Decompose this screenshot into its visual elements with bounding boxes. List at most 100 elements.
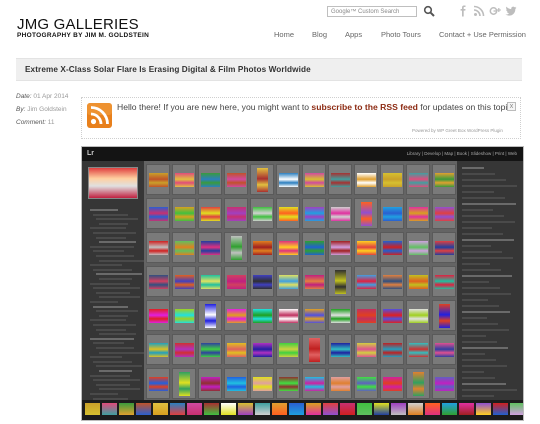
facebook-icon[interactable] xyxy=(457,5,469,17)
site-title[interactable]: JMG GALLERIES xyxy=(17,16,139,33)
folder-row xyxy=(99,296,140,299)
metadata-row xyxy=(462,203,516,205)
author-value[interactable]: Jim Goldstein xyxy=(27,106,66,113)
thumbnail-cell xyxy=(198,266,222,297)
thumbnail-cell xyxy=(380,266,404,297)
metadata-row xyxy=(462,341,497,343)
thumbnail-image xyxy=(409,173,428,187)
thumbnail-image xyxy=(231,236,242,260)
metadata-row xyxy=(462,299,488,301)
comment-label: Comment: xyxy=(16,119,46,126)
nav-home[interactable]: Home xyxy=(274,30,294,39)
thumbnail-cell xyxy=(224,198,248,229)
post-title[interactable]: Extreme X-Class Solar Flare Is Erasing D… xyxy=(25,65,311,74)
thumbnail-cell xyxy=(146,300,170,331)
metadata-row xyxy=(462,359,496,361)
metadata-row xyxy=(462,197,505,199)
thumbnail-cell xyxy=(276,198,300,229)
folder-row xyxy=(96,236,126,239)
filmstrip-thumb xyxy=(493,403,508,415)
folder-row xyxy=(93,342,124,345)
thumbnail-image xyxy=(149,309,168,323)
thumbnail-cell xyxy=(432,266,456,297)
rss-icon[interactable] xyxy=(473,5,485,17)
thumbnail-image xyxy=(383,377,402,391)
folder-row xyxy=(99,314,128,317)
thumbnail-image xyxy=(201,207,220,221)
thumbnail-cell xyxy=(406,232,430,263)
thumbnail-image xyxy=(149,241,168,255)
thumbnail-image xyxy=(279,377,298,391)
metadata-row xyxy=(462,251,502,253)
date-label: Date: xyxy=(16,93,32,100)
thumbnail-cell xyxy=(198,232,222,263)
author-label: By: xyxy=(16,106,26,113)
thumbnail-cell xyxy=(354,164,378,195)
thumbnail-cell xyxy=(302,198,326,229)
twitter-icon[interactable] xyxy=(505,5,517,17)
thumbnail-image xyxy=(435,377,454,391)
thumbnail-image xyxy=(149,275,168,289)
site-tagline: PHOTOGRAPHY BY JIM M. GOLDSTEIN xyxy=(17,32,150,39)
filmstrip-thumb xyxy=(357,403,372,415)
thumbnail-image xyxy=(201,275,220,289)
thumbnail-image xyxy=(409,241,428,255)
post-title-bar: Extreme X-Class Solar Flare Is Erasing D… xyxy=(16,58,522,81)
search-icon[interactable] xyxy=(423,5,435,17)
thumbnail-image xyxy=(357,309,376,323)
greet-text: Hello there! If you are new here, you mi… xyxy=(117,102,514,112)
thumbnail-image xyxy=(175,207,194,221)
metadata-row xyxy=(462,317,487,319)
filmstrip-thumb xyxy=(323,403,338,415)
metadata-row xyxy=(462,257,513,259)
folder-row xyxy=(90,264,122,267)
filmstrip-thumb xyxy=(238,403,253,415)
thumbnail-image xyxy=(331,173,350,187)
filmstrip-thumb xyxy=(85,403,100,415)
close-button[interactable]: x xyxy=(507,102,516,111)
greet-text-before: Hello there! If you are new here, you mi… xyxy=(117,102,312,112)
folder-row xyxy=(90,282,130,285)
thumbnail-cell xyxy=(302,164,326,195)
nav-photo-tours[interactable]: Photo Tours xyxy=(381,30,421,39)
lightroom-logo: Lr xyxy=(87,150,94,157)
metadata-row xyxy=(462,173,495,175)
nav-blog[interactable]: Blog xyxy=(312,30,327,39)
folder-row xyxy=(93,213,128,216)
thumbnail-cell xyxy=(328,368,352,399)
thumbnail-image xyxy=(361,202,372,226)
thumbnail-cell xyxy=(302,334,326,365)
metadata-row xyxy=(462,167,484,169)
comment-value[interactable]: 11 xyxy=(48,119,55,126)
thumbnail-cell xyxy=(146,368,170,399)
thumbnail-cell xyxy=(328,266,352,297)
thumbnail-image xyxy=(331,241,350,255)
thumbnail-image xyxy=(331,377,350,391)
thumbnail-image xyxy=(357,173,376,187)
thumbnail-image xyxy=(227,343,246,357)
thumbnail-cell xyxy=(432,232,456,263)
thumbnail-image xyxy=(357,241,376,255)
metadata-row xyxy=(462,383,506,385)
nav-contact[interactable]: Contact + Use Permission xyxy=(439,30,526,39)
thumbnail-image xyxy=(253,241,272,255)
thumbnail-cell xyxy=(224,266,248,297)
folder-row xyxy=(90,209,118,211)
subscribe-rss-link[interactable]: subscribe to the RSS feed xyxy=(311,102,418,112)
thumbnail-image xyxy=(175,275,194,289)
search-input[interactable]: Google™ Custom Search xyxy=(327,6,417,17)
rss-feed-icon[interactable] xyxy=(87,103,112,128)
metadata-row xyxy=(462,185,517,187)
thumbnail-image xyxy=(409,207,428,221)
thumbnail-cell xyxy=(146,164,170,195)
post-date: Date: 01 Apr 2014 xyxy=(16,93,68,100)
thumbnail-image xyxy=(175,309,194,323)
google-plus-icon[interactable] xyxy=(489,5,501,17)
thumbnail-image xyxy=(439,304,450,328)
thumbnail-image xyxy=(305,309,324,323)
thumbnail-image xyxy=(227,275,246,289)
nav-apps[interactable]: Apps xyxy=(345,30,362,39)
thumbnail-image xyxy=(383,207,402,221)
powered-by[interactable]: Powered by WP Greet Box WordPress Plugin xyxy=(412,128,503,133)
filmstrip-thumb xyxy=(391,403,406,415)
